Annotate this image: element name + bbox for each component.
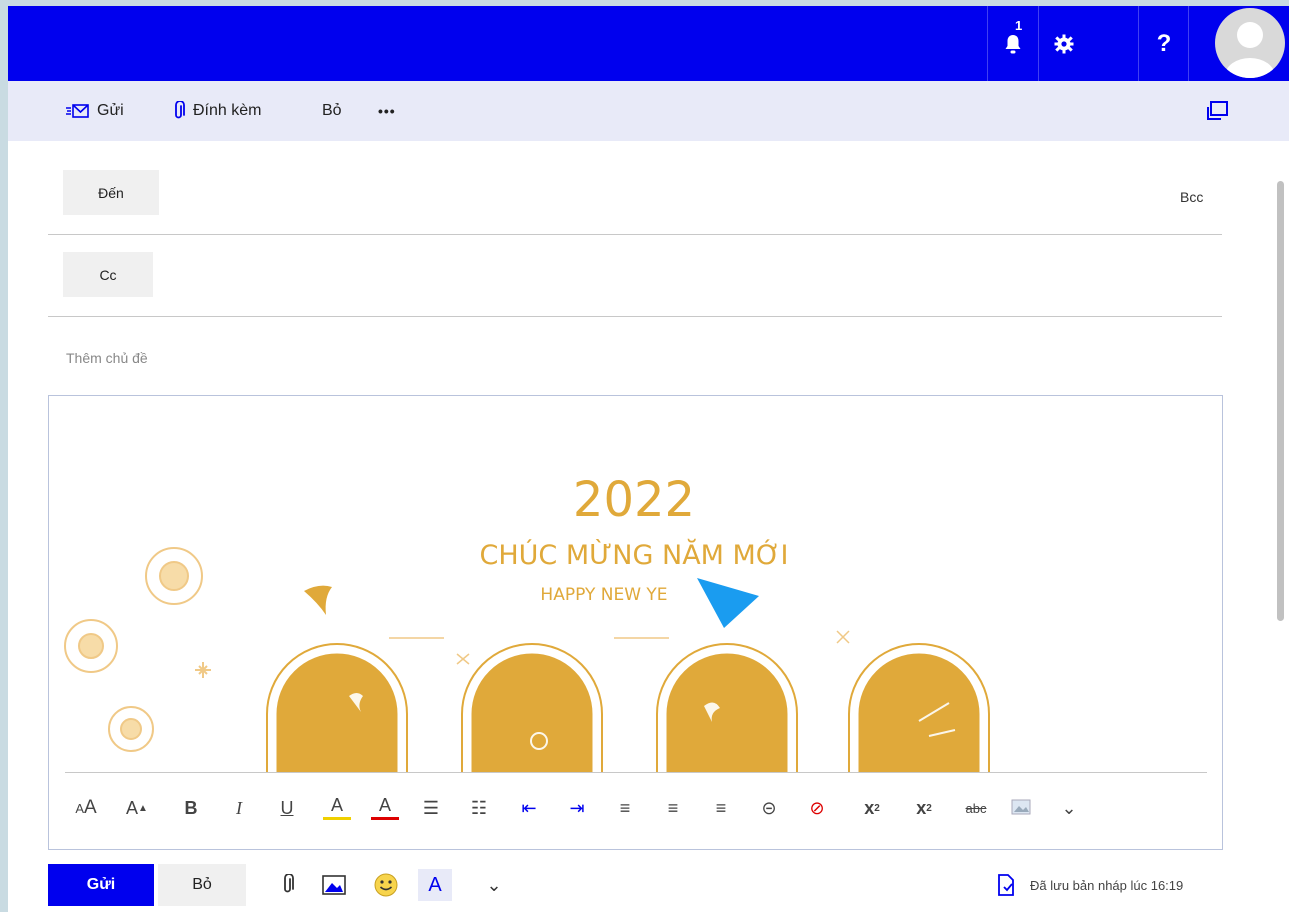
command-bar: Gửi Đính kèm Bỏ ••• — [8, 81, 1289, 141]
popout-icon — [1207, 101, 1228, 120]
align-left-icon[interactable]: ≡ — [611, 793, 639, 823]
subject-input[interactable]: Thêm chủ đề — [66, 350, 148, 366]
send-command[interactable]: Gửi — [66, 81, 124, 141]
discard-command-label: Bỏ — [322, 102, 342, 119]
more-options-label: ••• — [378, 103, 396, 119]
more-options-button[interactable]: ••• — [378, 81, 396, 141]
align-right-icon[interactable]: ≡ — [707, 793, 735, 823]
message-body-editor[interactable]: 2022 CHÚC MỪNG NĂM MỚI HAPPY NEW YE A A … — [48, 395, 1223, 850]
card-year: 2022 — [573, 472, 695, 528]
notification-count: 1 — [1015, 18, 1023, 33]
font-color-icon[interactable]: A — [371, 793, 399, 820]
underline-icon[interactable]: U — [273, 793, 301, 823]
gear-icon — [1054, 34, 1074, 53]
format-text-icon[interactable]: A — [418, 869, 452, 901]
cursor-arrow-icon — [697, 578, 759, 628]
new-year-card-image: 2022 CHÚC MỪNG NĂM MỚI HAPPY NEW YE — [64, 472, 990, 774]
more-formatting-chevron-down-icon[interactable]: ⌄ — [1055, 793, 1083, 823]
insert-link-icon[interactable]: ⊝ — [755, 793, 783, 823]
more-options-chevron-down-icon[interactable]: ⌄ — [482, 872, 506, 898]
bold-icon[interactable]: B — [177, 793, 205, 823]
card-greeting-vi: CHÚC MỪNG NĂM MỚI — [480, 538, 789, 571]
popout-button[interactable] — [1205, 81, 1236, 141]
to-button[interactable]: Đến — [63, 170, 159, 215]
discard-button[interactable]: Bỏ — [158, 864, 246, 906]
superscript-icon[interactable]: x2 — [855, 793, 889, 823]
emoji-icon[interactable] — [372, 872, 400, 898]
attach-file-icon[interactable] — [276, 872, 300, 898]
align-center-icon[interactable]: ≡ — [659, 793, 687, 823]
help-icon: ? — [1156, 29, 1172, 57]
cc-divider — [48, 316, 1222, 317]
bullets-icon[interactable]: ☰ — [417, 793, 445, 823]
draft-saved-status: Đã lưu bản nháp lúc 16:19 — [1030, 878, 1184, 893]
top-bar: 1 ? — [8, 6, 1289, 81]
discard-command[interactable]: Bỏ — [322, 81, 342, 141]
strikethrough-icon[interactable]: abc — [959, 793, 993, 823]
avatar[interactable] — [1215, 8, 1285, 78]
insert-picture-icon[interactable] — [320, 872, 348, 898]
settings-button[interactable] — [1038, 6, 1089, 81]
font-size-icon[interactable]: AA — [69, 793, 103, 823]
font-grow-icon[interactable]: A ▲ — [123, 793, 151, 823]
attach-command[interactable]: Đính kèm — [172, 81, 261, 141]
vertical-scrollbar[interactable] — [1272, 141, 1289, 912]
flower-decoration-icon — [64, 547, 211, 752]
italic-icon[interactable]: I — [225, 793, 253, 823]
subscript-icon[interactable]: x2 — [907, 793, 941, 823]
notifications-button[interactable]: 1 — [987, 6, 1038, 81]
bird-icon — [304, 585, 332, 615]
highlight-icon[interactable]: A — [323, 793, 351, 820]
numbering-icon[interactable]: ☷ — [465, 793, 493, 823]
format-toolbar: AA A ▲ B I U A A ☰ ☷ ⇤ ⇥ ≡ ≡ ≡ ⊝ ⊘ x2 x2 … — [65, 772, 1207, 849]
mail-compose-window: 1 ? Gửi Đính kèm Bỏ ••• Đến Bcc Cc Thêm … — [8, 6, 1289, 912]
scrollbar-thumb[interactable] — [1277, 181, 1284, 621]
to-divider — [48, 234, 1222, 235]
card-greeting-en: HAPPY NEW YE — [540, 585, 667, 605]
arch-panels — [266, 643, 990, 774]
indent-icon[interactable]: ⇥ — [563, 793, 591, 823]
bell-icon — [1005, 34, 1021, 53]
bottom-action-bar: Gửi Bỏ A ⌄ Đã lưu bản nháp lúc 16:19 — [8, 858, 1289, 912]
outdent-icon[interactable]: ⇤ — [515, 793, 543, 823]
cc-label: Cc — [99, 266, 117, 283]
paperclip-icon — [175, 101, 185, 119]
send-button[interactable]: Gửi — [48, 864, 154, 906]
bcc-link[interactable]: Bcc — [1180, 189, 1203, 205]
attach-command-label: Đính kèm — [193, 102, 262, 119]
send-command-label: Gửi — [97, 102, 124, 119]
insert-image-inline-icon[interactable] — [1007, 793, 1035, 823]
to-label: Đến — [98, 184, 124, 201]
remove-link-icon[interactable]: ⊘ — [803, 793, 831, 823]
help-button[interactable]: ? — [1138, 6, 1189, 81]
cc-button[interactable]: Cc — [63, 252, 153, 297]
send-mail-icon — [66, 104, 89, 118]
draft-saved-icon — [994, 872, 1018, 898]
